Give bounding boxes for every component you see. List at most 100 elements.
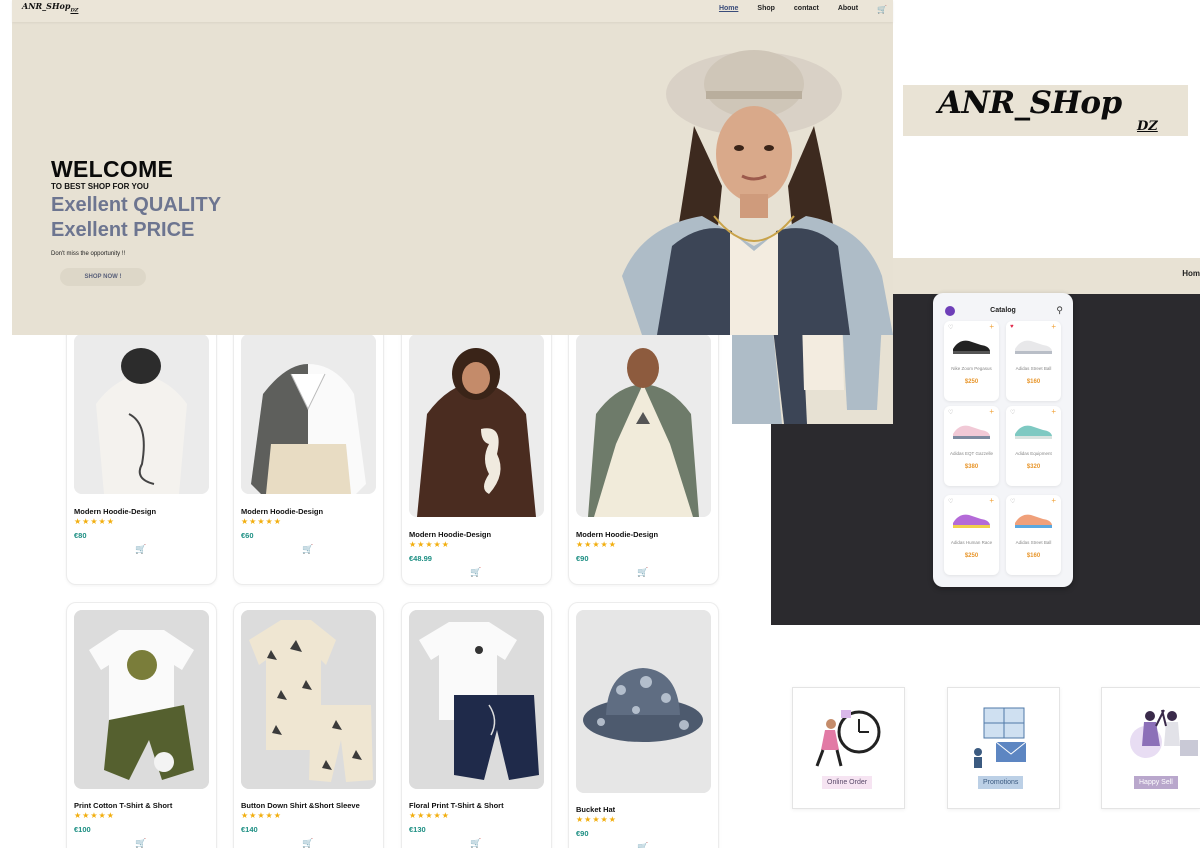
product-card[interactable]: Modern Hoodie-Design ★★★★★ €48.99 🛒: [401, 320, 552, 585]
add-to-cart-icon[interactable]: 🛒: [637, 842, 648, 848]
feature-card-happy-sell[interactable]: Happy Sell: [1101, 687, 1200, 809]
product-title[interactable]: Print Cotton T-Shirt & Short: [74, 801, 172, 810]
catalog-title: Catalog: [990, 307, 1016, 314]
catalog-product-card[interactable]: ♡ + Adidas Equipment $320: [1006, 406, 1061, 486]
feature-label: Online Order: [822, 776, 873, 789]
catalog-product-card[interactable]: ♡ + Adidas Street Ball $160: [1006, 495, 1061, 575]
hoodie-illustration: [74, 334, 209, 494]
add-to-cart-icon[interactable]: 🛒: [637, 567, 648, 578]
product-title[interactable]: Modern Hoodie-Design: [409, 530, 491, 539]
secondary-nav-home[interactable]: Hom: [1182, 269, 1200, 278]
plus-icon[interactable]: +: [989, 322, 994, 331]
product-price: €80: [74, 531, 87, 540]
logo-banner-sub: DZ: [1137, 119, 1158, 134]
product-price: €48.99: [409, 554, 432, 563]
hero-quality: Exellent QUALITY: [51, 194, 222, 216]
catalog-product-card[interactable]: ♡ + Adidas EQT Gazzelle $380: [944, 406, 999, 486]
catalog-product-price: $320: [1026, 464, 1041, 470]
product-title[interactable]: Button Down Shirt &Short Sleeve: [241, 801, 360, 810]
logo-text: ANR_SHop: [22, 1, 71, 11]
rating-stars: ★★★★★: [576, 815, 617, 824]
plus-icon[interactable]: +: [1051, 407, 1056, 416]
catalog-product-name: Adidas Street Ball: [1015, 366, 1052, 371]
sneaker-image: [953, 425, 990, 439]
nav-links: Home Shop contact About 🛒: [719, 5, 887, 14]
shop-now-button[interactable]: SHOP NOW !: [60, 268, 146, 286]
hero-model-image: [622, 50, 893, 335]
delivery-clock-illustration: [815, 710, 881, 767]
heart-icon[interactable]: ♡: [948, 409, 953, 416]
catalog-product-price: $160: [1026, 379, 1041, 385]
search-icon[interactable]: ⚲: [1056, 305, 1063, 316]
logo-sub: DZ: [70, 7, 79, 14]
hoodie-illustration: [241, 334, 376, 494]
catalog-product-card[interactable]: ♡ + Nike Zoom Pegasus $250: [944, 321, 999, 401]
feature-label: Happy Sell: [1134, 776, 1178, 789]
heart-icon[interactable]: ♡: [948, 498, 953, 505]
heart-icon[interactable]: ♥: [1010, 324, 1014, 330]
hero-fragment-image: [732, 320, 882, 424]
catalog-product-price: $250: [964, 553, 979, 559]
product-title[interactable]: Floral Print T-Shirt & Short: [409, 801, 504, 810]
hero-price: Exellent PRICE: [51, 219, 195, 241]
tshirt-short-illustration: [409, 610, 544, 789]
catalog-product-card[interactable]: ♡ + Adidas Human Race $250: [944, 495, 999, 575]
add-to-cart-icon[interactable]: 🛒: [302, 544, 313, 555]
product-price: €90: [576, 554, 589, 563]
product-title[interactable]: Modern Hoodie-Design: [241, 507, 323, 516]
catalog-product-name: Adidas EQT Gazzelle: [950, 451, 993, 456]
rating-stars: ★★★★★: [576, 540, 617, 549]
product-card[interactable]: Modern Hoodie-Design ★★★★★ €90 🛒: [568, 320, 719, 585]
plus-icon[interactable]: +: [1051, 496, 1056, 505]
feature-card-online-order[interactable]: Online Order: [792, 687, 905, 809]
product-price: €130: [409, 825, 426, 834]
product-image: [409, 334, 544, 517]
plus-icon[interactable]: +: [989, 496, 994, 505]
add-to-cart-icon[interactable]: 🛒: [135, 838, 146, 848]
hoodie-illustration: [409, 334, 544, 517]
add-to-cart-icon[interactable]: 🛒: [470, 838, 481, 848]
sneaker-image: [1015, 340, 1052, 354]
hero-note: Don't miss the opportunity !!: [51, 251, 126, 257]
product-title[interactable]: Bucket Hat: [576, 805, 615, 814]
nav-home[interactable]: Home: [719, 5, 738, 14]
product-image: [576, 334, 711, 517]
product-card[interactable]: Floral Print T-Shirt & Short ★★★★★ €130 …: [401, 602, 552, 848]
heart-icon[interactable]: ♡: [1010, 409, 1015, 416]
hoodie-illustration: [576, 334, 711, 517]
product-card[interactable]: Modern Hoodie-Design ★★★★★ €60 🛒: [233, 320, 384, 585]
feature-card-promotions[interactable]: Promotions: [947, 687, 1060, 809]
nav-shop[interactable]: Shop: [757, 5, 775, 14]
product-price: €60: [241, 531, 254, 540]
catalog-product-name: Adidas Human Race: [950, 540, 993, 545]
catalog-product-name: Nike Zoom Pegasus: [951, 366, 992, 371]
add-to-cart-icon[interactable]: 🛒: [470, 567, 481, 578]
product-card[interactable]: Print Cotton T-Shirt & Short ★★★★★ €100 …: [66, 602, 217, 848]
catalog-product-price: $250: [964, 379, 979, 385]
rating-stars: ★★★★★: [74, 517, 115, 526]
nav-logo[interactable]: ANR_SHopDZ: [22, 1, 78, 14]
plus-icon[interactable]: +: [1051, 322, 1056, 331]
add-to-cart-icon[interactable]: 🛒: [135, 544, 146, 555]
hero-window: ANR_SHopDZ Home Shop contact About 🛒 WEL…: [12, 0, 893, 335]
nav-about[interactable]: About: [838, 5, 858, 14]
hero-tagline: TO BEST SHOP FOR YOU: [51, 182, 149, 191]
tshirt-short-illustration: [74, 610, 209, 789]
product-title[interactable]: Modern Hoodie-Design: [576, 530, 658, 539]
plus-icon[interactable]: +: [989, 407, 994, 416]
cart-icon[interactable]: 🛒: [877, 5, 887, 14]
product-title[interactable]: Modern Hoodie-Design: [74, 507, 156, 516]
heart-icon[interactable]: ♡: [948, 324, 953, 331]
product-card[interactable]: Button Down Shirt &Short Sleeve ★★★★★ €1…: [233, 602, 384, 848]
happy-sell-illustration: [1130, 709, 1198, 758]
product-card[interactable]: Modern Hoodie-Design ★★★★★ €80 🛒: [66, 320, 217, 585]
add-to-cart-icon[interactable]: 🛒: [302, 838, 313, 848]
catalog-product-card[interactable]: ♥ + Adidas Street Ball $160: [1006, 321, 1061, 401]
feature-label: Promotions: [978, 776, 1024, 789]
heart-icon[interactable]: ♡: [1010, 498, 1015, 505]
product-image: [74, 610, 209, 789]
product-image: [74, 334, 209, 494]
logo-banner: ANR_SHop DZ: [903, 85, 1188, 136]
product-card[interactable]: Bucket Hat ★★★★★ €90 🛒: [568, 602, 719, 848]
nav-contact[interactable]: contact: [794, 5, 819, 14]
